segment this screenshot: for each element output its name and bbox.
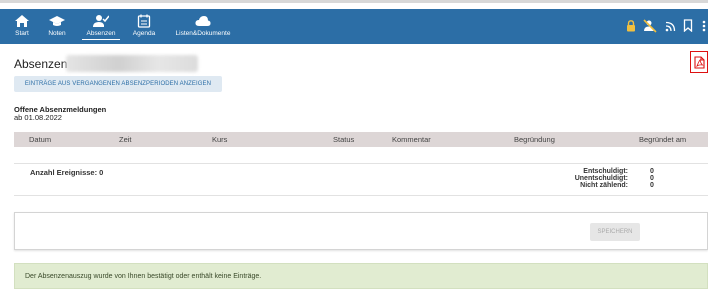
summary-values: 0 0 0	[650, 168, 654, 189]
info-message: Der Absenzenauszug wurde von Ihnen bestä…	[14, 263, 708, 289]
table-empty-row	[14, 147, 708, 164]
not-counting-label: Nicht zählend:	[580, 182, 628, 189]
nav-item-noten[interactable]: Noten	[43, 9, 71, 44]
column-header-kurs[interactable]: Kurs	[212, 135, 227, 144]
save-card: SPEICHERN	[14, 212, 708, 250]
wifi-signal-icon[interactable]	[665, 20, 677, 32]
home-icon	[15, 15, 29, 27]
unexcused-value: 0	[650, 175, 654, 182]
cloud-icon	[195, 16, 211, 26]
lock-icon[interactable]	[626, 20, 636, 32]
column-header-begruendung[interactable]: Begründung	[514, 135, 555, 144]
excused-label: Entschuldigt:	[583, 168, 628, 175]
nav-item-listen-dokumente[interactable]: Listen&Dokumente	[172, 9, 234, 44]
table-summary-row: Anzahl Ereignisse: 0 Entschuldigt: Unent…	[14, 164, 708, 196]
graduation-cap-icon	[49, 16, 65, 26]
nav-label: Start	[15, 30, 29, 37]
user-check-icon	[93, 15, 109, 27]
nav-label: Agenda	[132, 30, 156, 37]
column-header-begruendet-am[interactable]: Begründet am	[639, 135, 686, 144]
nav-label: Listen&Dokumente	[175, 30, 231, 37]
show-past-periods-button[interactable]: EINTRÄGE AUS VERGANGENEN ABSENZPERIODEN …	[14, 76, 222, 92]
events-count: Anzahl Ereignisse: 0	[30, 168, 104, 177]
pdf-export-button[interactable]	[690, 51, 708, 73]
nav-label: Absenzen	[82, 30, 120, 40]
info-message-text: Der Absenzenauszug wurde von Ihnen bestä…	[25, 273, 262, 280]
column-header-datum[interactable]: Datum	[29, 135, 51, 144]
nav-item-agenda[interactable]: Agenda	[128, 9, 160, 44]
main-navbar: Start Noten Absenzen Agenda Listen&Dokum…	[0, 9, 708, 44]
nav-item-absenzen[interactable]: Absenzen	[82, 9, 120, 44]
navbar-right-icons	[624, 9, 708, 44]
summary-labels: Entschuldigt: Unentschuldigt: Nicht zähl…	[575, 168, 628, 189]
column-header-zeit[interactable]: Zeit	[119, 135, 132, 144]
nav-item-start[interactable]: Start	[8, 9, 36, 44]
bookmark-icon[interactable]	[683, 19, 693, 32]
calendar-icon	[137, 14, 151, 28]
absent-user-icon[interactable]	[643, 19, 657, 33]
open-absences-date: ab 01.08.2022	[14, 113, 62, 122]
redacted-student-name	[66, 55, 198, 72]
column-header-kommentar[interactable]: Kommentar	[392, 135, 431, 144]
unexcused-label: Unentschuldigt:	[574, 175, 628, 182]
not-counting-value: 0	[650, 182, 654, 189]
excused-value: 0	[650, 168, 654, 175]
more-menu-icon[interactable]	[702, 20, 706, 32]
save-button[interactable]: SPEICHERN	[590, 223, 640, 241]
table-header-row: Datum Zeit Kurs Status Kommentar Begründ…	[14, 132, 708, 147]
top-border	[0, 0, 708, 3]
column-header-status[interactable]: Status	[333, 135, 354, 144]
pdf-icon	[694, 56, 705, 69]
nav-label: Noten	[48, 30, 66, 37]
